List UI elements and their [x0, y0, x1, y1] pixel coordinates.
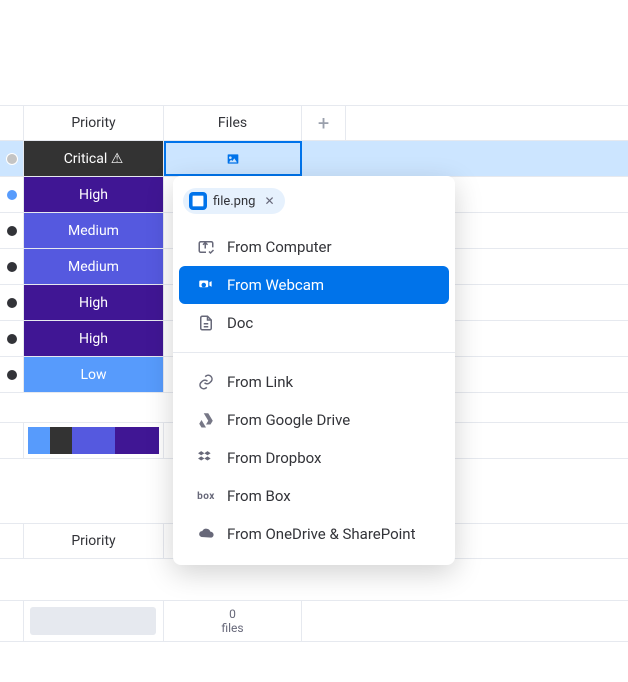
swatch — [50, 427, 72, 454]
file-chip-label: file.png — [213, 194, 255, 209]
menu-item-label: From Computer — [227, 238, 332, 256]
files-label: files — [221, 621, 243, 635]
column-header-row: Priority Files + — [0, 105, 628, 141]
menu-item-label: From Google Drive — [227, 411, 350, 429]
doc-icon — [197, 314, 215, 332]
priority-placeholder-bar — [30, 607, 156, 635]
status-dot — [6, 225, 18, 237]
menu-item-gdrive[interactable]: From Google Drive — [179, 401, 449, 439]
swatch — [28, 427, 50, 454]
swatch — [72, 427, 94, 454]
menu-item-label: From Webcam — [227, 276, 324, 294]
menu-item-webcam[interactable]: From Webcam — [179, 266, 449, 304]
menu-item-label: From OneDrive & SharePoint — [227, 525, 415, 543]
files-count: 0 — [229, 607, 236, 621]
status-dot — [6, 189, 18, 201]
menu-item-label: Doc — [227, 314, 253, 332]
onedrive-icon — [197, 525, 215, 543]
status-dot — [6, 297, 18, 309]
row-left-gutter — [0, 357, 24, 392]
menu-item-label: From Link — [227, 373, 293, 391]
image-icon — [225, 151, 241, 167]
priority-summary-swatches — [24, 423, 164, 458]
gdrive-icon — [197, 411, 215, 429]
status-dot — [6, 153, 18, 165]
box-icon: box — [197, 487, 215, 505]
file-upload-popover: file.png ✕ From Computer From Webcam Doc F… — [173, 176, 455, 565]
row-left-gutter — [0, 524, 24, 558]
menu-item-computer[interactable]: From Computer — [179, 228, 449, 266]
close-icon[interactable]: ✕ — [261, 193, 277, 209]
dropbox-icon — [197, 449, 215, 467]
column-header-files[interactable]: Files — [164, 106, 302, 140]
priority-cell[interactable]: High — [24, 177, 164, 212]
priority-cell[interactable]: High — [24, 285, 164, 320]
menu-item-doc[interactable]: Doc — [179, 304, 449, 342]
files-cell[interactable] — [164, 141, 302, 176]
status-dot — [6, 369, 18, 381]
row-left-gutter — [0, 249, 24, 284]
status-dot — [6, 333, 18, 345]
computer-icon — [197, 238, 215, 256]
priority-cell[interactable]: High — [24, 321, 164, 356]
plus-icon: + — [318, 111, 329, 135]
row-left-gutter — [0, 106, 24, 140]
menu-item-dropbox[interactable]: From Dropbox — [179, 439, 449, 477]
row-left-gutter — [0, 321, 24, 356]
row-left-gutter — [0, 601, 24, 641]
image-icon — [189, 192, 207, 210]
status-dot — [6, 261, 18, 273]
priority-cell[interactable]: Medium — [24, 249, 164, 284]
header-spacer — [346, 106, 628, 140]
priority-cell[interactable]: Medium — [24, 213, 164, 248]
column-header-priority-2[interactable]: Priority — [24, 524, 164, 558]
menu-item-onedrive[interactable]: From OneDrive & SharePoint — [179, 515, 449, 553]
menu-item-box[interactable]: box From Box — [179, 477, 449, 515]
row-spacer — [302, 141, 628, 176]
link-icon — [197, 373, 215, 391]
add-column-button[interactable]: + — [302, 106, 346, 140]
row-left-gutter — [0, 285, 24, 320]
menu-separator — [173, 352, 455, 353]
files-summary-cell-2: 0 files — [164, 601, 302, 641]
menu-item-label: From Box — [227, 487, 291, 505]
swatch — [115, 427, 137, 454]
row-left-gutter — [0, 213, 24, 248]
webcam-icon — [197, 276, 215, 294]
menu-item-link[interactable]: From Link — [179, 363, 449, 401]
priority-cell[interactable]: Critical ⚠ — [24, 141, 164, 176]
row-left-gutter — [0, 141, 24, 176]
file-chip[interactable]: file.png ✕ — [183, 188, 285, 214]
column-header-priority[interactable]: Priority — [24, 106, 164, 140]
swatch — [137, 427, 159, 454]
row-left-gutter — [0, 177, 24, 212]
swatch — [93, 427, 115, 454]
table-row[interactable]: Critical ⚠ — [0, 141, 628, 177]
priority-cell[interactable]: Low — [24, 357, 164, 392]
footer-summary-row: 0 files — [0, 600, 628, 642]
row-left-gutter — [0, 423, 24, 458]
menu-item-label: From Dropbox — [227, 449, 322, 467]
